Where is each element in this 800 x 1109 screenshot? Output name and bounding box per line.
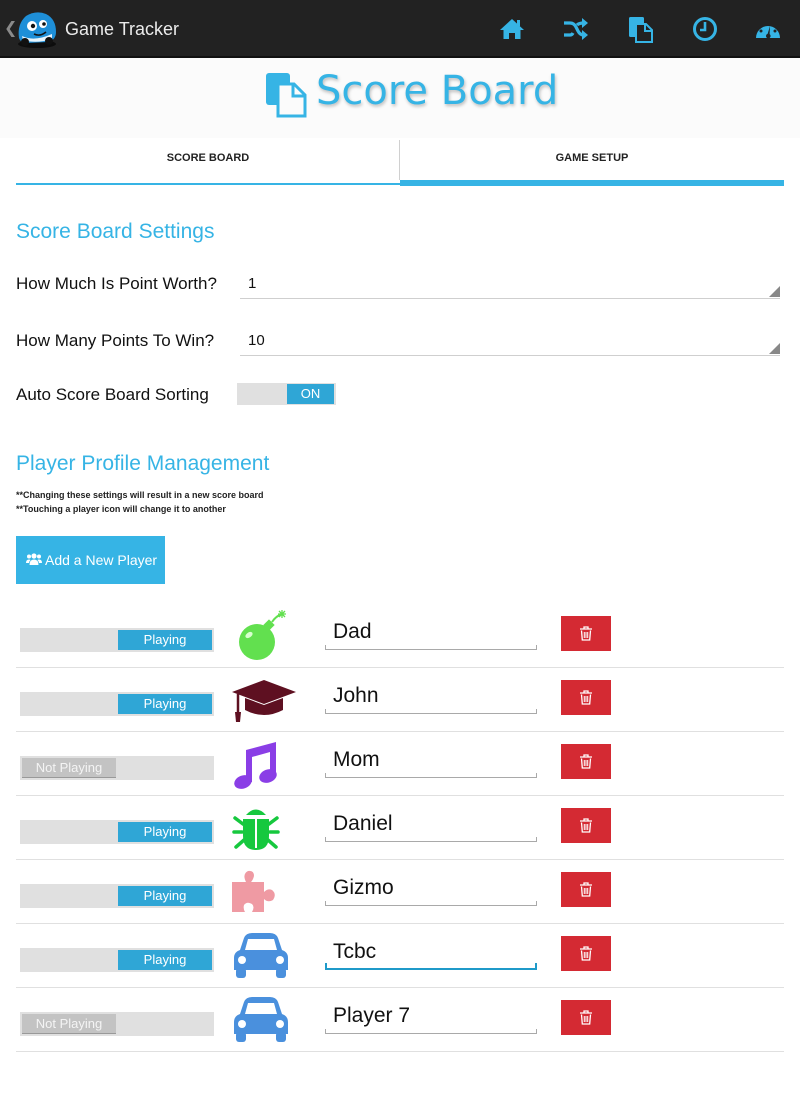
page-title: Score Board bbox=[316, 68, 559, 114]
delete-player-button[interactable] bbox=[561, 808, 611, 843]
playing-toggle[interactable]: Not Playing bbox=[20, 756, 214, 780]
playing-toggle[interactable]: Playing bbox=[20, 948, 214, 972]
player-row: Playing John bbox=[16, 668, 784, 732]
puzzle-piece-icon[interactable] bbox=[232, 866, 302, 918]
car-mascot-icon[interactable] bbox=[14, 6, 60, 50]
playing-toggle[interactable]: Playing bbox=[20, 692, 214, 716]
player-name-value: Mom bbox=[333, 748, 380, 771]
delete-player-button[interactable] bbox=[561, 680, 611, 715]
auto-sort-toggle-state: ON bbox=[287, 384, 334, 404]
dropdown-arrow-icon bbox=[769, 286, 780, 297]
tab-bar: SCORE BOARD GAME SETUP bbox=[16, 138, 784, 186]
player-name-input[interactable]: Tcbc bbox=[325, 936, 537, 970]
player-name-value: John bbox=[333, 684, 379, 707]
player-name-input[interactable]: Player 7 bbox=[325, 1000, 537, 1034]
playing-toggle[interactable]: Not Playing bbox=[20, 1012, 214, 1036]
playing-toggle-state: Playing bbox=[118, 822, 212, 842]
music-note-icon[interactable] bbox=[232, 738, 302, 790]
delete-player-button[interactable] bbox=[561, 936, 611, 971]
player-row: Not Playing Player 7 bbox=[16, 988, 784, 1052]
settings-section-title: Score Board Settings bbox=[16, 220, 215, 243]
graduation-cap-icon[interactable] bbox=[232, 674, 302, 726]
car-icon[interactable] bbox=[232, 930, 302, 982]
dropdown-arrow-icon bbox=[769, 343, 780, 354]
playing-toggle-state: Playing bbox=[118, 950, 212, 970]
home-icon[interactable] bbox=[498, 15, 526, 43]
bomb-icon[interactable] bbox=[232, 610, 302, 662]
player-row: Playing Gizmo bbox=[16, 860, 784, 924]
point-worth-spinner[interactable]: 1 bbox=[240, 269, 780, 299]
shuffle-icon[interactable] bbox=[561, 15, 589, 43]
speedometer-icon[interactable] bbox=[754, 15, 782, 43]
tab-divider bbox=[399, 140, 400, 180]
player-row: Playing Tcbc bbox=[16, 924, 784, 988]
documents-icon[interactable] bbox=[626, 15, 654, 43]
players-section-title: Player Profile Management bbox=[16, 452, 270, 475]
bug-icon[interactable] bbox=[232, 802, 302, 854]
playing-toggle[interactable]: Playing bbox=[20, 820, 214, 844]
player-row: Not Playing Mom bbox=[16, 732, 784, 796]
playing-toggle-state: Playing bbox=[118, 694, 212, 714]
add-player-label: Add a New Player bbox=[45, 552, 158, 568]
tab-game-setup[interactable]: GAME SETUP bbox=[400, 138, 784, 186]
app-title: Game Tracker bbox=[65, 19, 180, 39]
player-name-input[interactable]: Dad bbox=[325, 616, 537, 650]
note-icon-change: **Touching a player icon will change it … bbox=[16, 504, 226, 514]
point-worth-label: How Much Is Point Worth? bbox=[16, 274, 217, 293]
player-name-value: Player 7 bbox=[333, 1004, 411, 1027]
documents-icon bbox=[266, 73, 307, 118]
clock-icon[interactable] bbox=[691, 15, 719, 43]
point-worth-value: 1 bbox=[248, 275, 257, 292]
player-name-value: Daniel bbox=[333, 812, 393, 835]
player-name-input[interactable]: John bbox=[325, 680, 537, 714]
delete-player-button[interactable] bbox=[561, 872, 611, 907]
playing-toggle[interactable]: Playing bbox=[20, 884, 214, 908]
playing-toggle-state: Playing bbox=[118, 630, 212, 650]
auto-sort-label: Auto Score Board Sorting bbox=[16, 385, 209, 404]
tab-score-board[interactable]: SCORE BOARD bbox=[16, 138, 400, 185]
player-row: Playing Daniel bbox=[16, 796, 784, 860]
add-player-button[interactable]: Add a New Player bbox=[16, 536, 165, 584]
users-icon bbox=[26, 553, 42, 565]
delete-player-button[interactable] bbox=[561, 1000, 611, 1035]
action-bar: ❮ Game Tracker bbox=[0, 0, 800, 58]
points-to-win-value: 10 bbox=[248, 332, 265, 349]
auto-sort-toggle[interactable]: ON bbox=[237, 383, 336, 405]
note-new-scoreboard: **Changing these settings will result in… bbox=[16, 490, 264, 500]
player-name-input[interactable]: Daniel bbox=[325, 808, 537, 842]
delete-player-button[interactable] bbox=[561, 744, 611, 779]
player-row: Playing Dad bbox=[16, 604, 784, 668]
car-icon[interactable] bbox=[232, 994, 302, 1046]
player-name-value: Gizmo bbox=[333, 876, 394, 899]
playing-toggle-state: Playing bbox=[118, 886, 212, 906]
player-name-value: Tcbc bbox=[333, 940, 377, 963]
points-to-win-label: How Many Points To Win? bbox=[16, 331, 215, 350]
delete-player-button[interactable] bbox=[561, 616, 611, 651]
playing-toggle-state: Not Playing bbox=[22, 1014, 116, 1034]
player-name-input[interactable]: Gizmo bbox=[325, 872, 537, 906]
playing-toggle[interactable]: Playing bbox=[20, 628, 214, 652]
player-name-value: Dad bbox=[333, 620, 372, 643]
player-name-input[interactable]: Mom bbox=[325, 744, 537, 778]
playing-toggle-state: Not Playing bbox=[22, 758, 116, 778]
points-to-win-spinner[interactable]: 10 bbox=[240, 326, 780, 356]
